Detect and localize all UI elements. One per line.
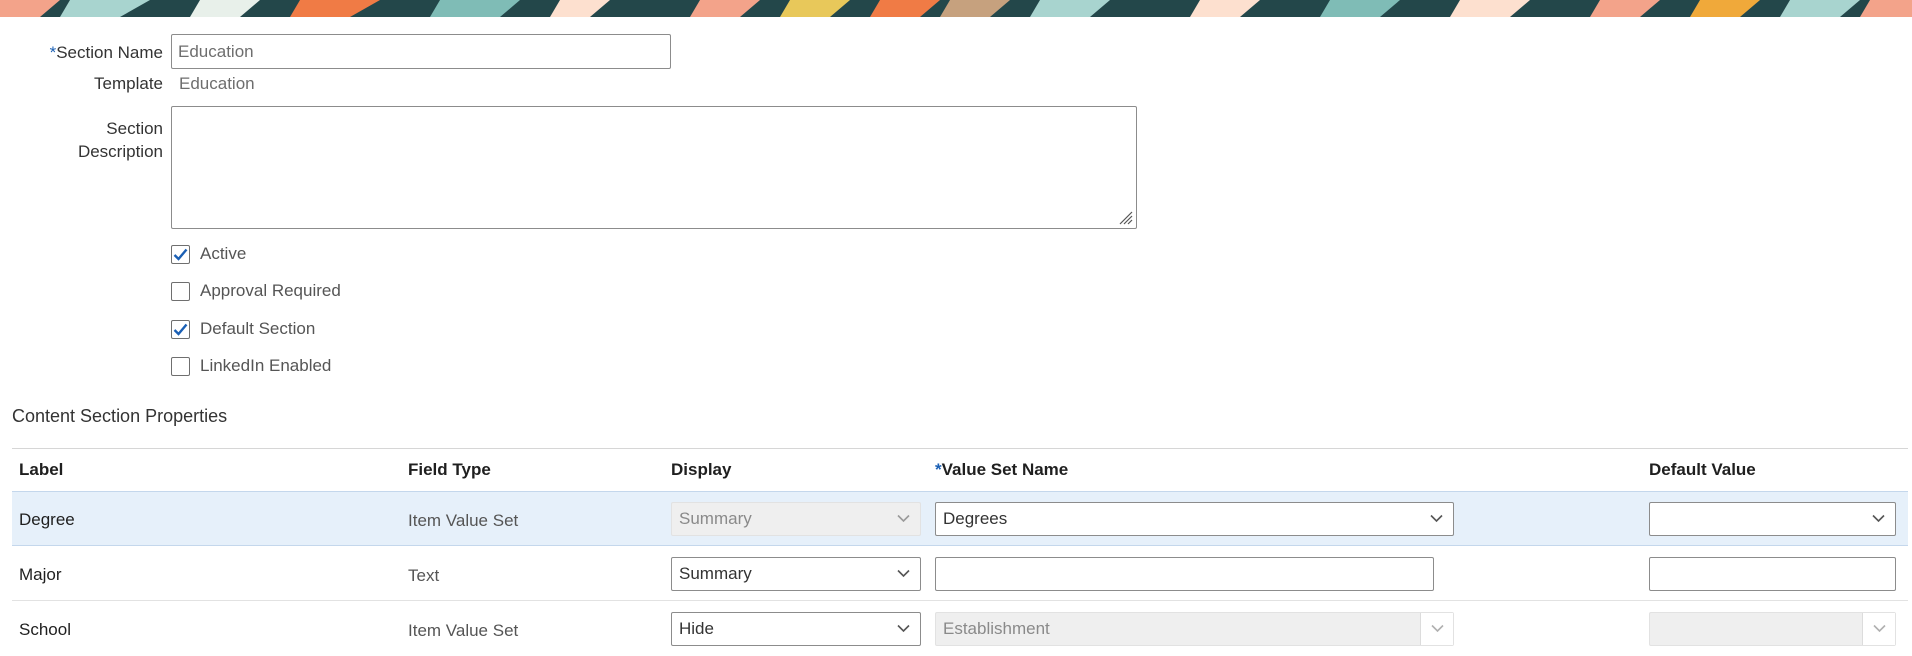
column-header-field-type: Field Type: [408, 460, 491, 479]
column-header-default-value: Default Value: [1649, 460, 1756, 479]
chevron-down-icon: [897, 514, 910, 523]
row-label: Degree: [19, 510, 75, 529]
row-field-type: Item Value Set: [408, 511, 519, 530]
approval-required-checkbox-row[interactable]: Approval Required: [171, 279, 341, 303]
default-section-checkbox[interactable]: [171, 319, 190, 339]
chevron-down-icon[interactable]: [897, 624, 910, 633]
linkedin-enabled-checkbox-row[interactable]: LinkedIn Enabled: [171, 354, 331, 378]
default-section-checkbox-row[interactable]: Default Section: [171, 317, 315, 341]
default-value-combobox: [1649, 612, 1896, 646]
section-name-input[interactable]: [171, 34, 671, 69]
approval-required-checkbox[interactable]: [171, 281, 190, 301]
default-value-select[interactable]: [1649, 502, 1896, 536]
display-select[interactable]: Hide: [671, 612, 921, 646]
linkedin-enabled-checkbox[interactable]: [171, 356, 190, 376]
header-banner: [0, 0, 1912, 17]
checkmark-icon: [173, 323, 188, 336]
display-select[interactable]: Summary: [671, 557, 921, 591]
chevron-down-icon[interactable]: [1872, 514, 1885, 523]
chevron-down-icon[interactable]: [1430, 514, 1443, 523]
value-set-dropdown-button: [1420, 613, 1453, 645]
chevron-down-icon[interactable]: [897, 569, 910, 578]
column-header-value-set-name: *Value Set Name: [935, 460, 1069, 479]
chevron-down-icon: [1431, 624, 1444, 633]
template-value: Education: [179, 74, 255, 93]
active-checkbox-row[interactable]: Active: [171, 242, 246, 266]
default-value-dropdown-button: [1862, 613, 1895, 645]
value-set-input[interactable]: [935, 557, 1434, 591]
section-description-label: Section Description: [77, 119, 163, 161]
table-row[interactable]: Major Text Summary: [12, 546, 1908, 601]
chevron-down-icon: [1873, 624, 1886, 633]
table-row[interactable]: Degree Item Value Set Summary Degrees: [12, 491, 1908, 546]
row-field-type: Item Value Set: [408, 621, 519, 640]
active-checkbox[interactable]: [171, 244, 190, 264]
table-row[interactable]: School Item Value Set Hide Establishment: [12, 601, 1908, 656]
section-divider: [12, 448, 1908, 449]
template-label: Template: [94, 74, 163, 93]
section-description-textarea[interactable]: [171, 106, 1137, 229]
resize-grip-icon[interactable]: [1119, 211, 1133, 225]
checkmark-icon: [173, 248, 188, 261]
column-header-display: Display: [671, 460, 732, 479]
section-name-label: *Section Name: [49, 43, 163, 62]
column-header-label: Label: [19, 460, 64, 479]
value-set-combobox: Establishment: [935, 612, 1454, 646]
content-section-title: Content Section Properties: [12, 406, 228, 426]
display-select: Summary: [671, 502, 921, 536]
default-value-input[interactable]: [1649, 557, 1896, 591]
row-label: School: [19, 620, 71, 639]
row-label: Major: [19, 565, 62, 584]
value-set-select[interactable]: Degrees: [935, 502, 1454, 536]
row-field-type: Text: [408, 566, 440, 585]
